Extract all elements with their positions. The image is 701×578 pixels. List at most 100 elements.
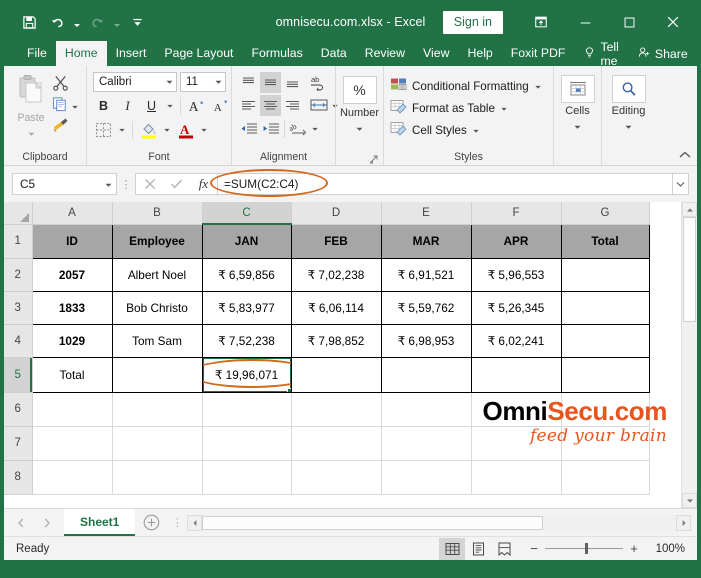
- cancel-icon[interactable]: [136, 174, 163, 194]
- expand-formula-bar-icon[interactable]: [673, 173, 689, 195]
- cells-dropdown-icon[interactable]: [573, 117, 582, 135]
- cell-a6[interactable]: [32, 392, 113, 427]
- zoom-level-label[interactable]: 100%: [651, 543, 685, 555]
- font-color-button[interactable]: A: [175, 119, 196, 140]
- cell-a1[interactable]: ID: [31, 223, 113, 259]
- tab-review[interactable]: Review: [356, 41, 414, 66]
- zoom-slider[interactable]: [545, 543, 623, 554]
- column-header-c[interactable]: C: [202, 202, 292, 225]
- cut-button[interactable]: [52, 75, 79, 95]
- cell-d3[interactable]: ₹ 6,06,114: [290, 290, 382, 325]
- sheet-tab-sheet1[interactable]: Sheet1: [64, 509, 136, 536]
- tab-help[interactable]: Help: [458, 41, 501, 66]
- cell-g7[interactable]: [561, 426, 650, 461]
- cell-f2[interactable]: ₹ 5,96,553: [470, 257, 562, 292]
- cell-c2[interactable]: ₹ 6,59,856: [201, 257, 292, 292]
- increase-indent-button[interactable]: [260, 118, 281, 139]
- cell-e8[interactable]: [381, 460, 472, 495]
- number-dropdown-icon[interactable]: [355, 119, 364, 137]
- decrease-font-size-button[interactable]: A: [210, 95, 231, 116]
- format-as-table-button[interactable]: Format as Table: [390, 97, 508, 119]
- cell-f3[interactable]: ₹ 5,26,345: [470, 290, 562, 325]
- underline-dropdown-icon[interactable]: [165, 95, 175, 116]
- tab-foxit-pdf[interactable]: Foxit PDF: [502, 41, 575, 66]
- add-sheet-icon[interactable]: [135, 510, 167, 536]
- enter-icon[interactable]: [163, 174, 190, 194]
- horizontal-scroll-track[interactable]: [202, 514, 676, 531]
- fill-color-button[interactable]: [138, 119, 159, 140]
- format-painter-button[interactable]: [52, 117, 79, 137]
- cell-g3[interactable]: [560, 290, 650, 325]
- cell-e4[interactable]: ₹ 6,98,953: [380, 323, 472, 358]
- formula-input[interactable]: =SUM(C2:C4): [210, 169, 673, 197]
- previous-sheet-icon[interactable]: [8, 510, 34, 536]
- cell-f8[interactable]: [471, 460, 562, 495]
- scroll-right-icon[interactable]: [676, 514, 691, 531]
- tab-data[interactable]: Data: [312, 41, 356, 66]
- horizontal-scrollbar[interactable]: [187, 514, 691, 531]
- tab-insert[interactable]: Insert: [107, 41, 156, 66]
- cell-f4[interactable]: ₹ 6,02,241: [470, 323, 562, 358]
- font-name-combo[interactable]: Calibri: [93, 72, 177, 92]
- align-middle-button[interactable]: [260, 72, 281, 93]
- row-header-1[interactable]: 1: [4, 223, 33, 259]
- cell-d2[interactable]: ₹ 7,02,238: [290, 257, 382, 292]
- cell-b6[interactable]: [112, 392, 203, 427]
- cell-c8[interactable]: [202, 460, 292, 495]
- font-size-combo[interactable]: 11: [180, 72, 226, 92]
- minimize-icon[interactable]: [563, 7, 607, 37]
- ribbon-display-options-icon[interactable]: [519, 7, 563, 37]
- zoom-slider-thumb[interactable]: [585, 543, 588, 554]
- cell-c1[interactable]: JAN: [201, 223, 292, 259]
- cell-b5[interactable]: [111, 356, 203, 393]
- normal-view-icon[interactable]: [439, 537, 465, 560]
- cell-g5[interactable]: [560, 356, 650, 393]
- cell-f1[interactable]: APR: [470, 223, 562, 259]
- cell-g4[interactable]: [560, 323, 650, 358]
- cell-d5[interactable]: [290, 356, 382, 393]
- font-color-dropdown-icon[interactable]: [199, 119, 209, 140]
- undo-dropdown-icon[interactable]: [72, 10, 82, 34]
- format-as-table-dropdown-icon[interactable]: [500, 102, 508, 115]
- cell-f5[interactable]: [470, 356, 562, 393]
- cell-g6[interactable]: [561, 392, 650, 427]
- cell-b8[interactable]: [112, 460, 203, 495]
- cell-f7[interactable]: [471, 426, 562, 461]
- maximize-icon[interactable]: [607, 7, 651, 37]
- cell-g1[interactable]: Total: [560, 223, 650, 259]
- vertical-scroll-thumb[interactable]: [683, 217, 696, 322]
- editing-dropdown-icon[interactable]: [624, 117, 633, 135]
- wrap-text-button[interactable]: ab: [308, 72, 329, 93]
- row-header-4[interactable]: 4: [4, 323, 33, 358]
- align-bottom-button[interactable]: [282, 72, 303, 93]
- bold-button[interactable]: B: [93, 95, 114, 116]
- cell-e2[interactable]: ₹ 6,91,521: [380, 257, 472, 292]
- share-button[interactable]: Share: [628, 41, 697, 66]
- scroll-up-icon[interactable]: [682, 202, 697, 217]
- cell-a3[interactable]: 1833: [31, 290, 113, 325]
- cell-d1[interactable]: FEB: [290, 223, 382, 259]
- tab-file[interactable]: File: [18, 41, 56, 66]
- row-header-7[interactable]: 7: [4, 425, 33, 461]
- cell-d4[interactable]: ₹ 7,98,852: [290, 323, 382, 358]
- row-header-3[interactable]: 3: [4, 290, 33, 325]
- tab-split-handle[interactable]: ⋮: [167, 516, 187, 529]
- number-format-button[interactable]: % Number: [340, 72, 379, 137]
- conditional-formatting-button[interactable]: Conditional Formatting: [390, 75, 542, 97]
- copy-dropdown-icon[interactable]: [71, 97, 79, 115]
- fill-handle[interactable]: [286, 387, 290, 391]
- collapse-ribbon-icon[interactable]: [679, 151, 691, 162]
- cell-g8[interactable]: [561, 460, 650, 495]
- formula-bar-resize-handle[interactable]: ⋮: [117, 178, 135, 191]
- decrease-indent-button[interactable]: [238, 118, 259, 139]
- cells-button[interactable]: Cells: [560, 72, 595, 135]
- scroll-down-icon[interactable]: [682, 493, 697, 508]
- zoom-in-button[interactable]: +: [629, 541, 639, 556]
- cell-a5[interactable]: Total: [31, 356, 113, 393]
- sign-in-button[interactable]: Sign in: [442, 10, 503, 34]
- cell-b1[interactable]: Employee: [111, 223, 203, 259]
- close-icon[interactable]: [651, 7, 695, 37]
- redo-icon[interactable]: [84, 10, 110, 34]
- row-header-5[interactable]: 5: [4, 356, 33, 393]
- column-header-a[interactable]: A: [32, 202, 113, 225]
